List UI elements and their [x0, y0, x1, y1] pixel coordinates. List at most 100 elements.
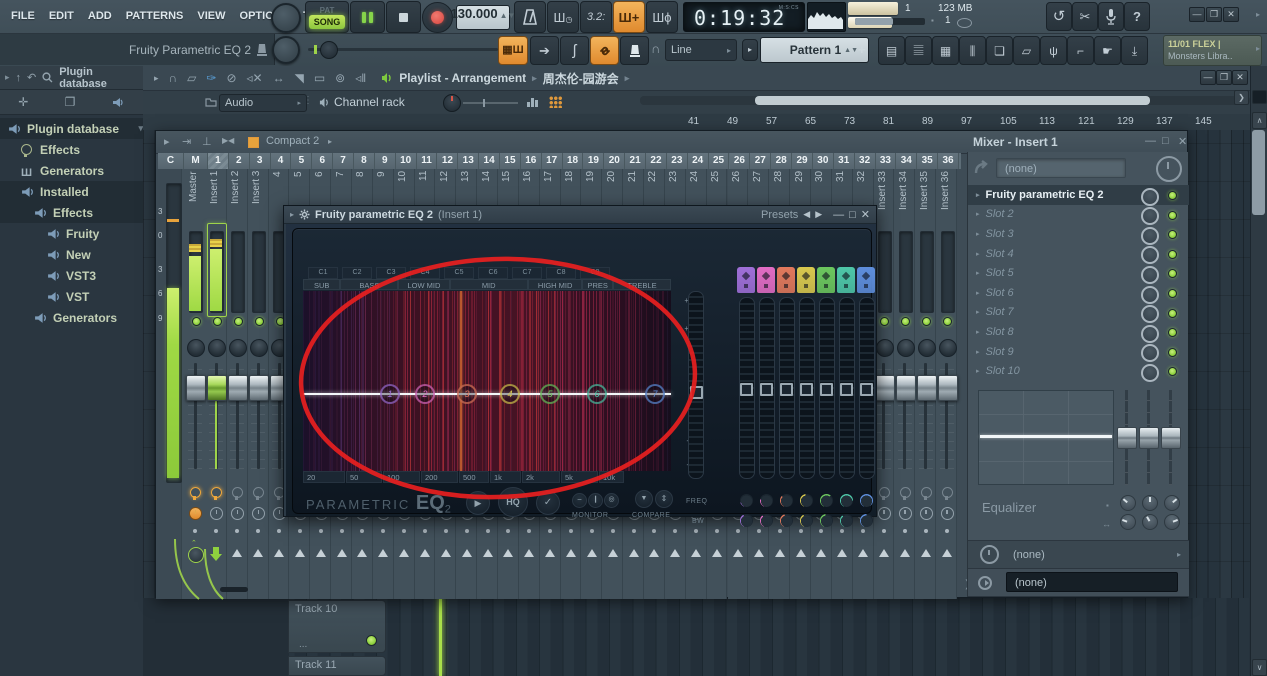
- playlist-corner-button[interactable]: [1252, 90, 1267, 104]
- slot-enable-led[interactable]: [1168, 250, 1177, 259]
- mixer-dock-icon[interactable]: ⊥: [202, 135, 212, 148]
- input-record-clock-icon[interactable]: [1156, 156, 1182, 182]
- channel-led[interactable]: [255, 317, 264, 326]
- wait-for-input-button[interactable]: Ш◷: [547, 1, 579, 33]
- band-type-selector-6[interactable]: [837, 267, 855, 293]
- mixer-header-26[interactable]: 26: [730, 153, 751, 169]
- route-up-arrow[interactable]: [754, 549, 764, 557]
- step-edit-button[interactable]: Шϕ: [646, 1, 678, 33]
- view-mode-next-icon[interactable]: ▸: [328, 137, 332, 146]
- slot-enable-led[interactable]: [1168, 211, 1177, 220]
- mixer-menu-icon[interactable]: ▸: [164, 135, 170, 148]
- mixer-header-36[interactable]: 36: [938, 153, 959, 169]
- slot-enable-led[interactable]: [1168, 269, 1177, 278]
- route-up-arrow[interactable]: [357, 549, 367, 557]
- playlist-timeline[interactable]: 4149576573818997105113121129137145: [143, 114, 1267, 131]
- band-type-selector-1[interactable]: [737, 267, 755, 293]
- slot-mix-knob[interactable]: [1141, 188, 1159, 206]
- mixer-link-icon[interactable]: ▶◀: [222, 136, 234, 145]
- eq-freq-knob-2[interactable]: [1142, 514, 1158, 530]
- slot-label[interactable]: Slot 10: [986, 365, 1020, 377]
- mixer-header-10[interactable]: 10: [396, 153, 417, 169]
- mixer-header-6[interactable]: 6: [312, 153, 333, 169]
- route-up-arrow[interactable]: [545, 549, 555, 557]
- mixer-header-3[interactable]: 3: [250, 153, 271, 169]
- pan-knob[interactable]: [918, 339, 936, 357]
- mixer-header-12[interactable]: 12: [437, 153, 458, 169]
- pan-knob[interactable]: [250, 339, 268, 357]
- mute-tool-icon[interactable]: ◃✕: [244, 71, 266, 85]
- pan-knob[interactable]: [876, 339, 894, 357]
- pause-button[interactable]: [350, 1, 385, 33]
- channel-rack-button[interactable]: ▦: [932, 36, 959, 65]
- slot-mix-knob[interactable]: [1141, 207, 1159, 225]
- paint-tool-icon[interactable]: ✑: [203, 71, 219, 85]
- toolbar-overflow-icon[interactable]: ▸: [1256, 10, 1260, 19]
- mixer-header-24[interactable]: 24: [688, 153, 709, 169]
- rec-clock-icon[interactable]: [189, 507, 202, 520]
- download-button[interactable]: ⤓: [1121, 36, 1148, 65]
- mixer-header-8[interactable]: 8: [354, 153, 375, 169]
- slot-mix-knob[interactable]: [1141, 286, 1159, 304]
- input-arrow-icon[interactable]: [974, 160, 992, 176]
- route-up-arrow[interactable]: [483, 549, 493, 557]
- route-up-arrow[interactable]: [503, 549, 513, 557]
- gear-icon[interactable]: [299, 209, 310, 220]
- monitor-off-button[interactable]: −: [572, 493, 587, 508]
- route-up-arrow[interactable]: [796, 549, 806, 557]
- help-button[interactable]: ?: [1124, 2, 1150, 31]
- pat-label[interactable]: PAT: [320, 6, 335, 15]
- band-gain-handle-3[interactable]: [780, 383, 793, 396]
- route-up-arrow[interactable]: [816, 549, 826, 557]
- visualizer-icon[interactable]: [527, 97, 541, 107]
- link-button[interactable]: [590, 36, 619, 65]
- sidebar-item-generators[interactable]: ШGenerators: [0, 160, 164, 181]
- band-1-freq-knob[interactable]: [740, 494, 753, 507]
- plugin-close-icon[interactable]: ✕: [861, 208, 870, 221]
- slot-arrow-icon[interactable]: ▸: [976, 210, 980, 218]
- main-pitch-knob[interactable]: [272, 36, 300, 64]
- playlist-menu-icon[interactable]: ▸: [151, 73, 162, 84]
- slot-label[interactable]: Slot 5: [986, 267, 1014, 279]
- swing-button[interactable]: ʃ: [560, 36, 589, 65]
- slot-mix-knob[interactable]: [1141, 344, 1159, 362]
- plugin-titlebar[interactable]: ▸ Fruity parametric EQ 2 (Insert 1) Pres…: [284, 206, 876, 224]
- draw-tool-icon[interactable]: ▱: [184, 71, 199, 85]
- band-type-selector-5[interactable]: [817, 267, 835, 293]
- output-row[interactable]: (none): [968, 568, 1189, 597]
- search-icon[interactable]: [42, 72, 53, 83]
- mixer-strip-34[interactable]: Insert 34: [894, 169, 915, 599]
- main-level-slider[interactable]: [688, 291, 704, 479]
- fx-bulb-icon[interactable]: [190, 487, 201, 498]
- fx-bulb-icon[interactable]: [879, 487, 890, 498]
- sidebar-item-plugin-database[interactable]: Plugin database▾: [0, 118, 151, 139]
- pattern-add-button[interactable]: +: [858, 42, 866, 57]
- plugin-delay-row[interactable]: (none) ▸: [968, 540, 1189, 569]
- browser-collapse-icon[interactable]: ▸: [5, 72, 10, 83]
- metronome-button[interactable]: [514, 1, 546, 33]
- eq-band3-slider[interactable]: [1161, 427, 1181, 449]
- volume-fader[interactable]: [228, 375, 248, 401]
- rec-clock-icon[interactable]: [920, 507, 933, 520]
- mixer-header-9[interactable]: 9: [375, 153, 396, 169]
- mixer-detach-icon[interactable]: ⇥: [182, 135, 191, 148]
- slot-arrow-icon[interactable]: ▸: [976, 269, 980, 277]
- band-gain-handle-2[interactable]: [760, 383, 773, 396]
- pitch-slider-track[interactable]: [308, 48, 498, 51]
- eq-freq-knob-3[interactable]: [1164, 514, 1180, 530]
- close-button[interactable]: ✕: [1223, 7, 1239, 22]
- rec-clock-icon[interactable]: [941, 507, 954, 520]
- snap-panel-icon[interactable]: ✛: [18, 95, 28, 109]
- band-code-C4[interactable]: C4: [410, 267, 440, 279]
- mixer-header-7[interactable]: 7: [333, 153, 354, 169]
- slot-label[interactable]: Slot 4: [986, 248, 1014, 260]
- notification-box[interactable]: 11/01 FLEX | Monsters Libra..: [1163, 35, 1262, 66]
- preset-next-icon[interactable]: ▶: [815, 209, 822, 220]
- band-4-freq-knob[interactable]: [800, 494, 813, 507]
- slot-label[interactable]: Slot 8: [986, 326, 1014, 338]
- menu-patterns[interactable]: PATTERNS: [119, 0, 191, 33]
- mixer-header-34[interactable]: 34: [896, 153, 917, 169]
- band-point-3[interactable]: 3: [457, 384, 477, 404]
- fx-slot-6[interactable]: ▸Slot 6: [968, 283, 1189, 303]
- playback-tool-icon[interactable]: ◃‖: [352, 71, 369, 85]
